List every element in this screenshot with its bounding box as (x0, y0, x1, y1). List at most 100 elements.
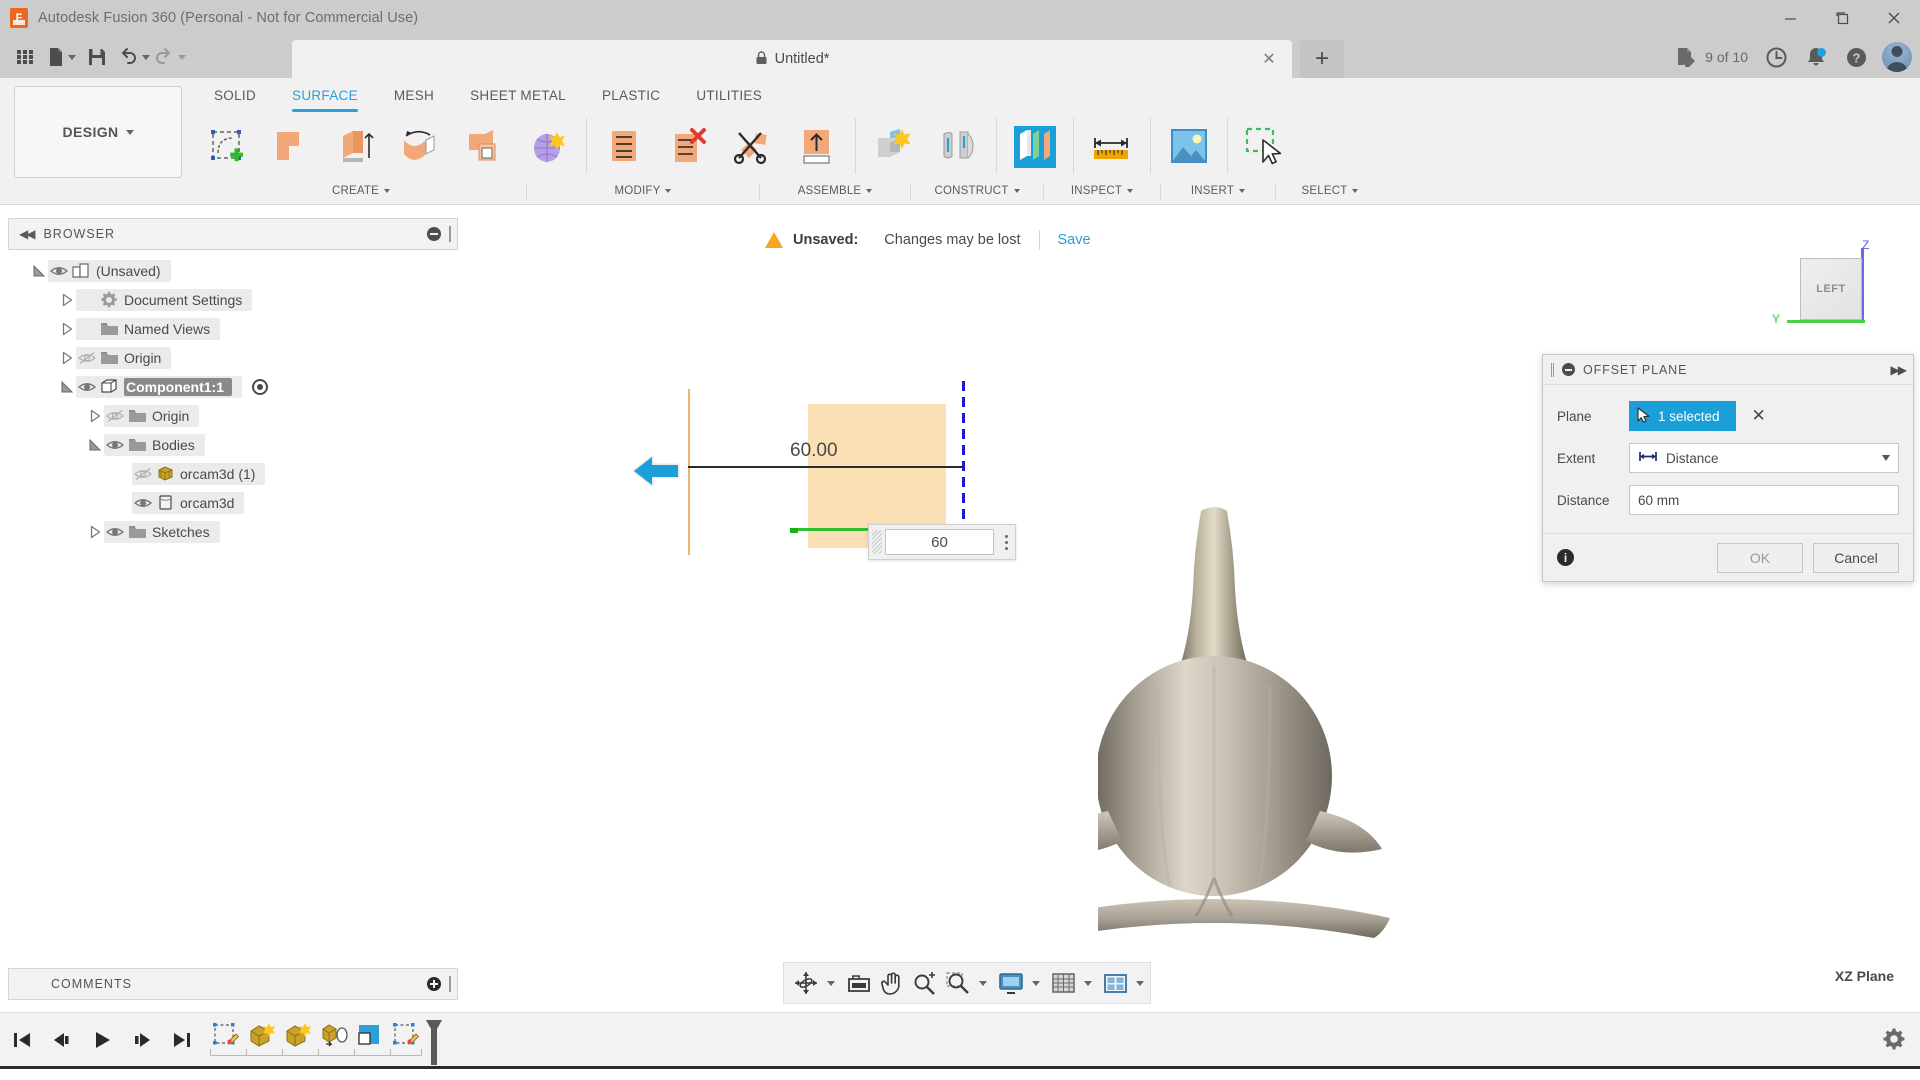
expand-arrow-icon[interactable] (58, 349, 76, 367)
viewports-button[interactable] (1100, 966, 1131, 1000)
group-label-modify[interactable]: MODIFY (527, 180, 759, 202)
ok-button[interactable]: OK (1717, 543, 1803, 573)
timeline-feature-offset-plane[interactable] (352, 1019, 388, 1053)
browser-node[interactable]: Component1:1 (8, 372, 458, 401)
look-at-button[interactable] (843, 966, 875, 1000)
offset-plane-dialog[interactable]: OFFSET PLANE ▶▶ Plane 1 selected ✕ Exten… (1542, 354, 1914, 582)
cancel-button[interactable]: Cancel (1813, 543, 1899, 573)
orbit-button[interactable] (790, 966, 822, 1000)
view-cube-face[interactable]: LEFT (1800, 258, 1862, 320)
extent-dropdown[interactable]: Distance (1629, 443, 1899, 473)
resize-grip[interactable] (449, 976, 451, 992)
minimize-icon[interactable] (1562, 363, 1575, 376)
browser-node[interactable]: Named Views (8, 314, 458, 343)
collapse-icon[interactable]: ◀◀ (19, 227, 33, 241)
close-icon[interactable]: ✕ (1260, 50, 1278, 68)
zoom-button[interactable] (909, 966, 940, 1000)
activate-component-radio[interactable] (252, 379, 268, 395)
undo-button[interactable] (116, 40, 150, 74)
drag-grip-icon[interactable] (1551, 363, 1554, 377)
timeline-marker[interactable] (424, 1019, 444, 1065)
clear-selection-icon[interactable]: ✕ (1752, 406, 1766, 426)
timeline-feature-sketch-2[interactable] (388, 1019, 424, 1053)
insert-image-button[interactable] (1157, 116, 1221, 178)
joint-button[interactable] (926, 116, 990, 178)
help-icon[interactable]: ? (1838, 40, 1874, 74)
workspace-switcher[interactable]: DESIGN (14, 86, 182, 178)
group-label-assemble[interactable]: ASSEMBLE (760, 180, 910, 202)
eye-visible-icon[interactable] (48, 262, 70, 280)
grid-snaps-button[interactable] (1048, 966, 1079, 1000)
expand-arrow-icon[interactable] (58, 320, 76, 338)
redo-button[interactable] (152, 40, 186, 74)
minimize-icon[interactable] (427, 227, 441, 241)
timeline-feature-mesh-2[interactable] (280, 1019, 316, 1053)
collapse-arrow-icon[interactable] (58, 378, 76, 396)
dimension-input-field[interactable]: 60 (885, 529, 994, 555)
new-document-button[interactable] (44, 40, 78, 74)
collapse-arrow-icon[interactable] (86, 436, 104, 454)
browser-node[interactable]: Origin (8, 343, 458, 372)
group-label-construct[interactable]: CONSTRUCT (911, 180, 1043, 202)
expand-icon[interactable]: ▶▶ (1891, 363, 1905, 377)
offset-plane-button[interactable] (1003, 116, 1067, 178)
chevron-down-icon[interactable] (979, 981, 987, 986)
sculpt-button[interactable] (516, 116, 580, 178)
notifications-icon[interactable] (1798, 40, 1834, 74)
browser-node[interactable]: orcam3d (8, 488, 458, 517)
expand-arrow-icon[interactable] (86, 407, 104, 425)
add-comment-icon[interactable] (427, 977, 441, 991)
step-back-button[interactable] (48, 1025, 76, 1055)
group-label-inspect[interactable]: INSPECT (1044, 180, 1160, 202)
close-button[interactable] (1868, 0, 1920, 36)
browser-node[interactable]: Bodies (8, 430, 458, 459)
eye-hidden-icon[interactable] (104, 407, 126, 425)
play-button[interactable] (88, 1025, 116, 1055)
go-to-end-button[interactable] (168, 1025, 196, 1055)
drag-grip-icon[interactable] (872, 530, 882, 554)
expand-arrow-icon[interactable] (86, 523, 104, 541)
chevron-down-icon[interactable] (827, 981, 835, 986)
eye-visible-icon[interactable] (76, 378, 98, 396)
dimension-input-box[interactable]: 60 (868, 524, 1016, 560)
more-options-icon[interactable] (997, 529, 1015, 555)
extend-button[interactable] (657, 116, 721, 178)
create-sketch-button[interactable] (196, 116, 260, 178)
avatar[interactable] (1882, 42, 1912, 72)
browser-node[interactable]: Origin (8, 401, 458, 430)
plane-selection-button[interactable]: 1 selected (1629, 401, 1736, 431)
patch-button[interactable] (452, 116, 516, 178)
timeline-feature-sketch[interactable] (208, 1019, 244, 1053)
loft-button[interactable] (388, 116, 452, 178)
trim-button[interactable] (593, 116, 657, 178)
dialog-header[interactable]: OFFSET PLANE ▶▶ (1543, 355, 1913, 385)
timeline-feature-mesh-1[interactable] (244, 1019, 280, 1053)
expand-arrow-icon[interactable] (58, 291, 76, 309)
select-button[interactable] (1234, 116, 1298, 178)
browser-node[interactable]: Document Settings (8, 285, 458, 314)
show-data-panel-button[interactable] (8, 40, 42, 74)
eye-visible-icon[interactable] (104, 436, 126, 454)
new-component-button[interactable] (862, 116, 926, 178)
info-icon[interactable]: i (1557, 549, 1574, 566)
ribbon-tab-mesh[interactable]: MESH (376, 83, 452, 112)
timeline-feature-mesh-convert[interactable] (316, 1019, 352, 1053)
document-tab[interactable]: Untitled* ✕ (292, 40, 1292, 78)
viewport[interactable]: Z LEFT Y (458, 206, 1920, 966)
save-link[interactable]: Save (1058, 232, 1091, 248)
model-body[interactable] (1098, 506, 1568, 966)
browser-node[interactable]: orcam3d (1) (8, 459, 458, 488)
chevron-down-icon[interactable] (1032, 981, 1040, 986)
group-label-select[interactable]: SELECT (1276, 180, 1384, 202)
distance-input[interactable]: 60 mm (1629, 485, 1899, 515)
ribbon-tab-solid[interactable]: SOLID (196, 83, 274, 112)
ribbon-tab-plastic[interactable]: PLASTIC (584, 83, 678, 112)
eye-hidden-icon[interactable] (76, 349, 98, 367)
group-label-create[interactable]: CREATE (196, 180, 526, 202)
minimize-button[interactable] (1764, 0, 1816, 36)
eye-hidden-icon[interactable] (132, 465, 154, 483)
extrude-button[interactable] (260, 116, 324, 178)
save-button[interactable] (80, 40, 114, 74)
browser-node[interactable]: (Unsaved) (8, 256, 458, 285)
settings-gear-icon[interactable] (1882, 1027, 1906, 1056)
